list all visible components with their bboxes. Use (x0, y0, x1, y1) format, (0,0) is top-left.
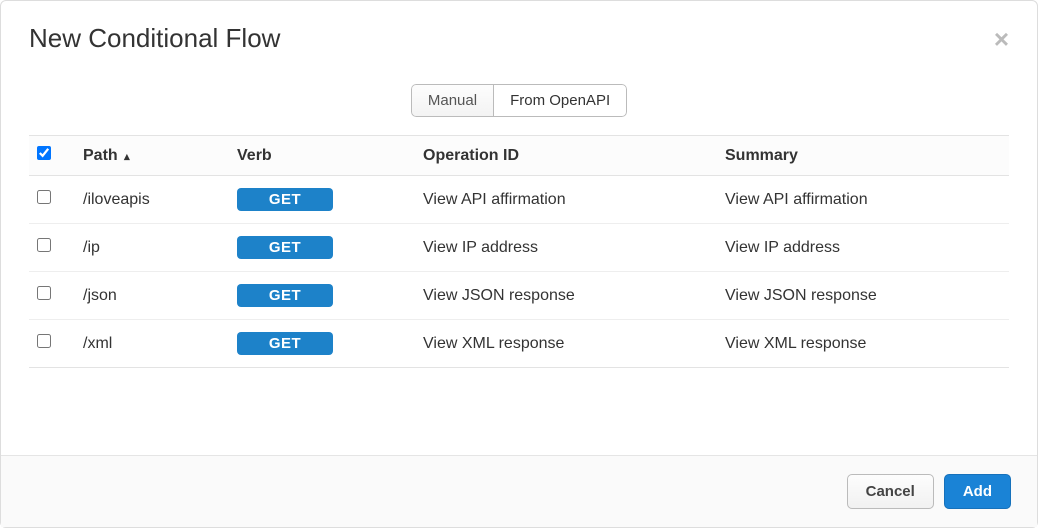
add-button[interactable]: Add (944, 474, 1011, 509)
row-checkbox[interactable] (37, 238, 51, 252)
header-operation-id[interactable]: Operation ID (415, 136, 717, 176)
cell-operation-id: View IP address (415, 224, 717, 272)
verb-badge: GET (237, 236, 333, 259)
table-header-row: Path ▴ Verb Operation ID Summary (29, 136, 1009, 176)
operations-table: Path ▴ Verb Operation ID Summary /ilovea… (29, 135, 1009, 368)
cancel-button[interactable]: Cancel (847, 474, 934, 509)
tab-bar: Manual From OpenAPI (1, 84, 1037, 117)
dialog-header: New Conditional Flow × (1, 1, 1037, 68)
tab-openapi[interactable]: From OpenAPI (493, 84, 627, 117)
header-select-all (29, 136, 75, 176)
cell-operation-id: View JSON response (415, 272, 717, 320)
dialog-footer: Cancel Add (1, 455, 1037, 527)
cell-path: /xml (75, 320, 229, 368)
header-path[interactable]: Path ▴ (75, 136, 229, 176)
table-row: /json GET View JSON responseView JSON resp… (29, 272, 1009, 320)
dialog: New Conditional Flow × Manual From OpenA… (0, 0, 1038, 528)
cell-summary: View XML response (717, 320, 1009, 368)
tab-group: Manual From OpenAPI (411, 84, 627, 117)
verb-badge: GET (237, 284, 333, 307)
table-row: /iloveapis GET View API affirmationView AP… (29, 176, 1009, 224)
cell-summary: View IP address (717, 224, 1009, 272)
verb-badge: GET (237, 332, 333, 355)
sort-asc-icon: ▴ (124, 151, 130, 163)
cell-operation-id: View XML response (415, 320, 717, 368)
cell-summary: View API affirmation (717, 176, 1009, 224)
table-row: /ip GET View IP addressView IP address (29, 224, 1009, 272)
select-all-checkbox[interactable] (37, 146, 51, 160)
cell-path: /json (75, 272, 229, 320)
cell-path: /iloveapis (75, 176, 229, 224)
cell-summary: View JSON response (717, 272, 1009, 320)
tab-manual[interactable]: Manual (411, 84, 493, 117)
header-summary[interactable]: Summary (717, 136, 1009, 176)
row-checkbox[interactable] (37, 190, 51, 204)
table-body: /iloveapis GET View API affirmationView AP… (29, 176, 1009, 368)
row-checkbox[interactable] (37, 334, 51, 348)
header-verb[interactable]: Verb (229, 136, 415, 176)
dialog-title: New Conditional Flow (29, 23, 280, 54)
close-icon[interactable]: × (994, 26, 1009, 52)
header-path-label: Path (83, 147, 118, 164)
verb-badge: GET (237, 188, 333, 211)
cell-operation-id: View API affirmation (415, 176, 717, 224)
cell-path: /ip (75, 224, 229, 272)
row-checkbox[interactable] (37, 286, 51, 300)
table-row: /xml GET View XML responseView XML respons… (29, 320, 1009, 368)
